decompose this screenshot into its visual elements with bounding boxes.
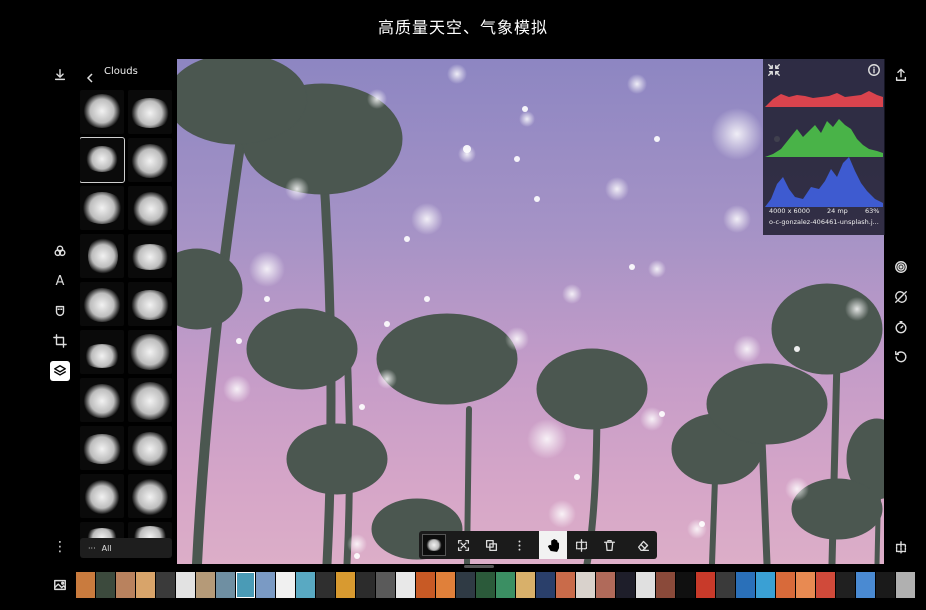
- filmstrip-thumbnail[interactable]: [396, 572, 415, 598]
- cloud-thumbnail[interactable]: [80, 186, 124, 230]
- layer-thumbnail[interactable]: [419, 531, 449, 559]
- filmstrip-thumbnail[interactable]: [376, 572, 395, 598]
- image-megapixels: 24 mp: [827, 207, 848, 215]
- filmstrip-thumbnail[interactable]: [256, 572, 275, 598]
- compare-icon[interactable]: [893, 540, 909, 556]
- filmstrip: [76, 572, 916, 598]
- more-dots: ···: [88, 543, 96, 553]
- filmstrip-thumbnail[interactable]: [76, 572, 95, 598]
- cloud-thumbnail[interactable]: [80, 137, 125, 183]
- filmstrip-thumbnail[interactable]: [716, 572, 735, 598]
- cloud-thumbnail[interactable]: [128, 474, 172, 518]
- filmstrip-thumbnail[interactable]: [436, 572, 455, 598]
- cloud-thumbnail[interactable]: [128, 378, 172, 422]
- cloud-thumbnail[interactable]: [128, 138, 172, 182]
- photo-library-icon[interactable]: [52, 577, 68, 593]
- cloud-thumbnail[interactable]: [128, 186, 172, 230]
- filmstrip-thumbnail[interactable]: [116, 572, 135, 598]
- filmstrip-thumbnail[interactable]: [296, 572, 315, 598]
- filmstrip-thumbnail[interactable]: [756, 572, 775, 598]
- back-chevron-icon[interactable]: [86, 68, 94, 83]
- no-sync-icon[interactable]: [893, 289, 909, 305]
- cloud-thumbnail[interactable]: [80, 426, 124, 470]
- filmstrip-scrubber[interactable]: [464, 565, 494, 568]
- window-title: 高质量天空、气象模拟: [377, 18, 548, 37]
- cloud-thumbnail[interactable]: [80, 234, 124, 278]
- image-dimensions: 4000 x 6000: [769, 207, 811, 215]
- undo-icon[interactable]: [893, 349, 909, 365]
- filmstrip-thumbnail[interactable]: [676, 572, 695, 598]
- filmstrip-thumbnail[interactable]: [196, 572, 215, 598]
- filmstrip-thumbnail[interactable]: [836, 572, 855, 598]
- filmstrip-thumbnail[interactable]: [576, 572, 595, 598]
- target-icon[interactable]: [893, 259, 909, 275]
- filmstrip-thumbnail[interactable]: [176, 572, 195, 598]
- text-icon[interactable]: A: [52, 273, 68, 289]
- filmstrip-thumbnail[interactable]: [696, 572, 715, 598]
- filmstrip-thumbnail[interactable]: [876, 572, 895, 598]
- cloud-thumbnail[interactable]: [128, 90, 172, 134]
- share-icon[interactable]: [893, 67, 909, 83]
- filmstrip-thumbnail[interactable]: [896, 572, 915, 598]
- panel-title: Clouds: [104, 66, 138, 77]
- filmstrip-thumbnail[interactable]: [516, 572, 535, 598]
- filmstrip-thumbnail[interactable]: [476, 572, 495, 598]
- filmstrip-thumbnail[interactable]: [636, 572, 655, 598]
- filmstrip-thumbnail[interactable]: [336, 572, 355, 598]
- layer-toolbar: [419, 531, 657, 559]
- filmstrip-thumbnail[interactable]: [556, 572, 575, 598]
- filmstrip-thumbnail[interactable]: [596, 572, 615, 598]
- filmstrip-thumbnail[interactable]: [656, 572, 675, 598]
- fit-icon[interactable]: [449, 531, 477, 559]
- cloud-thumbnail[interactable]: [128, 426, 172, 470]
- hand-icon[interactable]: [539, 531, 567, 559]
- split-icon[interactable]: [567, 531, 595, 559]
- cloud-thumbnail[interactable]: [80, 282, 124, 326]
- filmstrip-thumbnail[interactable]: [536, 572, 555, 598]
- cloud-thumbnail[interactable]: [128, 330, 172, 374]
- histogram-graph: [765, 91, 883, 207]
- filmstrip-thumbnail[interactable]: [496, 572, 515, 598]
- image-filename: o-c-gonzalez-406461-unsplash.j...: [769, 218, 879, 226]
- all-categories-button[interactable]: ··· All: [80, 538, 172, 558]
- filmstrip-thumbnail[interactable]: [356, 572, 375, 598]
- filmstrip-thumbnail[interactable]: [156, 572, 175, 598]
- all-label: All: [101, 543, 112, 553]
- trash-icon[interactable]: [595, 531, 623, 559]
- filmstrip-thumbnail[interactable]: [816, 572, 835, 598]
- duplicate-icon[interactable]: [477, 531, 505, 559]
- filmstrip-thumbnail[interactable]: [236, 572, 255, 598]
- cloud-thumbnail[interactable]: [80, 330, 124, 374]
- eraser-icon[interactable]: [629, 531, 657, 559]
- mask-icon[interactable]: [52, 303, 68, 319]
- filmstrip-thumbnail[interactable]: [96, 572, 115, 598]
- filmstrip-thumbnail[interactable]: [856, 572, 875, 598]
- filmstrip-thumbnail[interactable]: [736, 572, 755, 598]
- filmstrip-thumbnail[interactable]: [416, 572, 435, 598]
- filmstrip-thumbnail[interactable]: [276, 572, 295, 598]
- cloud-thumbnail-grid: [80, 90, 172, 540]
- image-quality: 63%: [865, 207, 880, 215]
- more-icon[interactable]: ⋮: [52, 539, 68, 555]
- cloud-thumbnail[interactable]: [128, 234, 172, 278]
- cloud-thumbnail[interactable]: [128, 282, 172, 326]
- filmstrip-thumbnail[interactable]: [616, 572, 635, 598]
- filters-icon[interactable]: [52, 243, 68, 259]
- filmstrip-thumbnail[interactable]: [316, 572, 335, 598]
- filmstrip-thumbnail[interactable]: [136, 572, 155, 598]
- download-icon[interactable]: [52, 67, 68, 83]
- timer-icon[interactable]: [893, 319, 909, 335]
- cloud-thumbnail[interactable]: [80, 378, 124, 422]
- filmstrip-thumbnail[interactable]: [776, 572, 795, 598]
- filmstrip-thumbnail[interactable]: [216, 572, 235, 598]
- histogram-panel: 4000 x 6000 24 mp 63% o-c-gonzalez-40646…: [763, 59, 885, 235]
- more-icon[interactable]: [505, 531, 533, 559]
- filmstrip-thumbnail[interactable]: [796, 572, 815, 598]
- filmstrip-thumbnail[interactable]: [456, 572, 475, 598]
- cloud-thumbnail[interactable]: [80, 90, 124, 134]
- crop-icon[interactable]: [52, 333, 68, 349]
- cloud-thumbnail[interactable]: [80, 474, 124, 518]
- layers-icon[interactable]: [50, 361, 70, 381]
